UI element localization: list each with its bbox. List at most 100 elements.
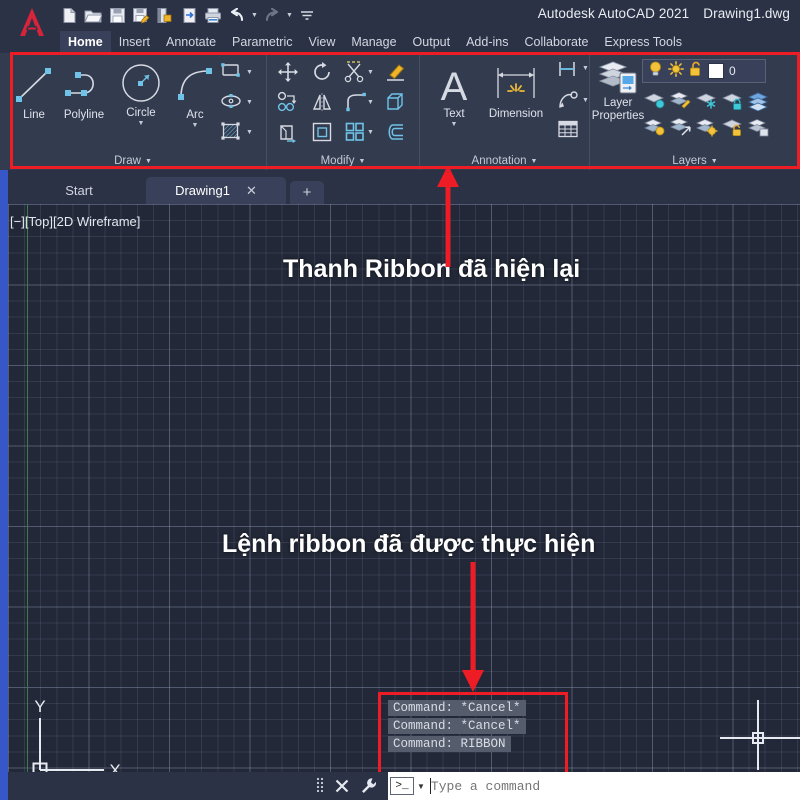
arc-tool[interactable]: Arc ▼ <box>167 59 223 129</box>
leader-dropdown-icon[interactable]: ▼ <box>582 97 589 104</box>
ribbon-tab-output[interactable]: Output <box>405 31 459 53</box>
table-tool[interactable] <box>556 119 578 141</box>
layer-thaw-all-icon[interactable] <box>694 113 720 139</box>
scale-tool[interactable] <box>311 121 333 143</box>
leader-tool[interactable] <box>556 89 578 111</box>
redo-icon[interactable] <box>261 4 283 27</box>
customize-qat-icon[interactable] <box>296 4 318 27</box>
autocad-window: ▼ ▼ Autodesk AutoCAD 2021Drawing1.dwg Ho… <box>0 0 800 800</box>
ribbon-tab-label: View <box>308 35 335 49</box>
layer-copy-objects-icon[interactable] <box>746 113 772 139</box>
new-document-tab-button[interactable]: + <box>290 181 324 204</box>
trim-tool[interactable] <box>344 61 366 83</box>
fillet-dropdown-icon[interactable]: ▼ <box>367 99 374 106</box>
erase-tool[interactable] <box>384 61 406 83</box>
panel-label-text: Draw <box>114 155 141 167</box>
dimension-tool[interactable]: Dimension <box>475 58 557 120</box>
ribbon-tab-label: Annotate <box>166 35 216 49</box>
ribbon-tab-parametric[interactable]: Parametric <box>224 31 300 53</box>
panel-label-modify[interactable]: Modify▼ <box>267 152 419 170</box>
command-prompt-icon[interactable]: >_ <box>390 777 414 795</box>
explode-array-dropdown-icon[interactable]: ▼ <box>367 129 374 136</box>
ribbon-tab-addins[interactable]: Add-ins <box>458 31 516 53</box>
ribbon-tab-view[interactable]: View <box>300 31 343 53</box>
drawing-canvas[interactable] <box>8 204 800 779</box>
rectangle-dropdown-icon[interactable]: ▼ <box>246 69 253 76</box>
rotate-tool[interactable] <box>311 61 333 83</box>
ribbon-tab-insert[interactable]: Insert <box>111 31 158 53</box>
text-tool[interactable]: A Text ▼ <box>426 58 482 128</box>
undo-icon[interactable] <box>226 4 248 27</box>
ribbon-tab-manage[interactable]: Manage <box>343 31 404 53</box>
redo-dropdown-icon[interactable]: ▼ <box>285 4 294 27</box>
ribbon-tab-annotate[interactable]: Annotate <box>158 31 224 53</box>
ribbon: Line Polyline <box>0 53 800 170</box>
stretch-tool[interactable] <box>277 121 299 143</box>
circle-tool[interactable]: Circle ▼ <box>113 57 169 127</box>
sun-icon[interactable] <box>668 61 684 82</box>
line-icon <box>10 59 58 107</box>
ribbon-tab-collaborate[interactable]: Collaborate <box>516 31 596 53</box>
layer-match-icon[interactable] <box>668 87 694 113</box>
layer-change-to-current-icon[interactable] <box>668 113 694 139</box>
panel-label-layers[interactable]: Layers▼ <box>590 152 800 170</box>
command-input-bar[interactable]: >_ ▼ <box>388 772 800 800</box>
ribbon-tab-label: Home <box>68 35 103 49</box>
current-layer-control[interactable]: 0 <box>642 59 766 83</box>
document-filename: Drawing1.dwg <box>703 6 790 21</box>
hatch-dropdown-icon[interactable]: ▼ <box>246 129 253 136</box>
customize-wrench-icon[interactable] <box>360 777 378 795</box>
new-icon[interactable] <box>58 4 80 27</box>
ellipse-dropdown-icon[interactable]: ▼ <box>246 99 253 106</box>
move-tool[interactable] <box>277 61 299 83</box>
undo-dropdown-icon[interactable]: ▼ <box>250 4 259 27</box>
lightbulb-on-icon[interactable] <box>648 61 663 82</box>
chevron-down-icon[interactable]: ▼ <box>138 120 145 127</box>
layer-properties-tool[interactable]: Layer Properties <box>592 57 644 123</box>
tool-label: Dimension <box>489 108 543 120</box>
ellipse-tool[interactable] <box>220 91 242 113</box>
plot-preview-icon[interactable] <box>178 4 200 27</box>
dimension-style-dropdown-icon[interactable]: ▼ <box>582 65 589 72</box>
autocad-logo-icon[interactable] <box>14 2 50 42</box>
export-icon[interactable] <box>154 4 176 27</box>
layer-isolate-icon[interactable] <box>642 87 668 113</box>
print-icon[interactable] <box>202 4 224 27</box>
chevron-down-icon[interactable]: ▼ <box>417 782 425 791</box>
drag-handle-icon[interactable] <box>316 776 324 796</box>
mirror-tool[interactable] <box>311 91 333 113</box>
ribbon-tab-express-tools[interactable]: Express Tools <box>596 31 690 53</box>
line-tool[interactable]: Line <box>6 59 62 121</box>
dimension-style-tool[interactable] <box>556 59 578 81</box>
layer-color-swatch[interactable] <box>708 63 724 79</box>
chevron-down-icon[interactable]: ▼ <box>192 122 199 129</box>
copy-tool[interactable] <box>277 91 299 113</box>
offset-tool[interactable] <box>384 121 406 143</box>
save-as-icon[interactable] <box>130 4 152 27</box>
unlock-icon[interactable] <box>689 61 703 82</box>
layer-unlock-icon[interactable] <box>720 113 746 139</box>
rectangle-tool[interactable] <box>220 61 242 83</box>
trim-dropdown-icon[interactable]: ▼ <box>367 69 374 76</box>
panel-label-draw[interactable]: Draw▼ <box>0 152 266 170</box>
array-tool[interactable] <box>384 91 406 113</box>
layer-lock-icon[interactable] <box>720 87 746 113</box>
close-icon[interactable]: ✕ <box>246 183 257 199</box>
fillet-tool[interactable] <box>344 91 366 113</box>
chevron-down-icon: ▼ <box>711 158 718 165</box>
viewport-controls-label[interactable]: [−][Top][2D Wireframe] <box>10 214 140 229</box>
hatch-tool[interactable] <box>220 121 242 143</box>
chevron-down-icon[interactable]: ▼ <box>451 121 458 128</box>
ribbon-tab-home[interactable]: Home <box>60 31 111 53</box>
open-icon[interactable] <box>82 4 104 27</box>
save-icon[interactable] <box>106 4 128 27</box>
document-tab-start[interactable]: Start <box>12 177 146 204</box>
document-tab-drawing1[interactable]: Drawing1 ✕ <box>146 177 286 204</box>
layer-merge-icon[interactable] <box>746 87 772 113</box>
layer-freeze-icon[interactable] <box>694 87 720 113</box>
command-input[interactable] <box>431 779 800 794</box>
layer-off-icon[interactable] <box>642 113 668 139</box>
explode-array-tool[interactable] <box>344 121 366 143</box>
polyline-tool[interactable]: Polyline <box>56 59 112 121</box>
close-icon[interactable] <box>334 778 350 794</box>
